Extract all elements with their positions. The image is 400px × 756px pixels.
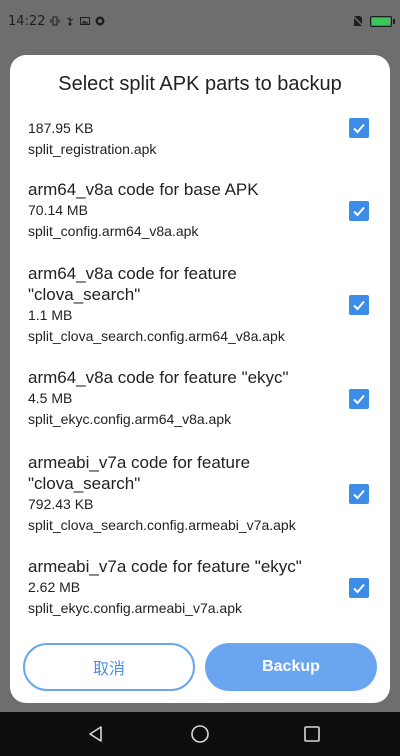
item-text: arm64_v8a code for feature "ekyc" 4.5 MB… xyxy=(28,367,328,430)
item-file: split_ekyc.config.arm64_v8a.apk xyxy=(28,411,232,427)
checkbox-checked-icon xyxy=(353,206,365,217)
vibrate-icon xyxy=(50,16,60,26)
item-text: armeabi_v7a code for feature "ekyc" 2.62… xyxy=(28,556,328,619)
image-icon xyxy=(80,16,91,26)
split-apk-dialog: Select split APK parts to backup 187.95 … xyxy=(10,55,390,703)
back-button[interactable] xyxy=(86,724,106,744)
item-size: 792.43 KB xyxy=(28,496,94,512)
item-text: arm64_v8a code for feature "clova_search… xyxy=(28,263,328,347)
item-text: arm64_v8a code for base APK 70.14 MB spl… xyxy=(28,179,328,242)
status-bar: 14:22 xyxy=(0,0,400,42)
item-text: 187.95 KB split_registration.apk xyxy=(28,118,328,160)
circle-app-icon xyxy=(95,16,105,26)
dialog-title: Select split APK parts to backup xyxy=(58,73,342,95)
item-title: arm64_v8a code for base APK xyxy=(28,180,259,199)
item-size: 1.1 MB xyxy=(28,307,73,323)
checkbox-checked-icon xyxy=(353,300,365,311)
battery-icon xyxy=(370,15,395,27)
item-title-line1: arm64_v8a code for feature xyxy=(28,264,237,283)
item-title-line2: "clova_search" xyxy=(28,474,141,493)
item-size: 4.5 MB xyxy=(28,390,73,406)
item-size: 187.95 KB xyxy=(28,120,94,136)
backup-button[interactable]: Backup xyxy=(205,643,377,691)
item-checkbox[interactable] xyxy=(349,389,369,409)
item-file: split_ekyc.config.armeabi_v7a.apk xyxy=(28,600,243,616)
list-item[interactable]: arm64_v8a code for base APK 70.14 MB spl… xyxy=(10,179,390,249)
navigation-bar xyxy=(0,712,400,756)
triangle-back-icon xyxy=(89,726,102,742)
item-text: armeabi_v7a code for feature "clova_sear… xyxy=(28,452,328,536)
item-checkbox[interactable] xyxy=(349,201,369,221)
item-file: split_clova_search.config.arm64_v8a.apk xyxy=(28,328,285,344)
item-size: 2.62 MB xyxy=(28,579,81,595)
item-checkbox[interactable] xyxy=(349,295,369,315)
list-item[interactable]: armeabi_v7a code for feature "ekyc" 2.62… xyxy=(10,556,390,626)
item-title-line2: "clova_search" xyxy=(28,285,141,304)
item-title-line1: armeabi_v7a code for feature xyxy=(28,453,251,472)
cancel-button[interactable]: 取消 xyxy=(23,643,195,691)
home-button[interactable] xyxy=(190,724,210,744)
circle-home-icon xyxy=(191,725,209,743)
item-title: armeabi_v7a code for feature "ekyc" xyxy=(28,557,302,576)
item-checkbox[interactable] xyxy=(349,578,369,598)
item-title: arm64_v8a code for feature "ekyc" xyxy=(28,368,289,387)
no-sim-icon xyxy=(352,15,364,27)
list-item[interactable]: armeabi_v7a code for feature "clova_sear… xyxy=(10,452,390,542)
list-item[interactable]: arm64_v8a code for feature "clova_search… xyxy=(10,263,390,353)
item-file: split_registration.apk xyxy=(28,141,157,157)
item-checkbox[interactable] xyxy=(349,484,369,504)
square-recents-icon xyxy=(304,726,320,742)
status-time: 14:22 xyxy=(8,13,46,29)
usb-icon xyxy=(65,16,75,26)
list-item[interactable]: 187.95 KB split_registration.apk xyxy=(10,115,390,163)
item-size: 70.14 MB xyxy=(28,202,88,218)
recents-button[interactable] xyxy=(302,724,322,744)
list-item[interactable]: arm64_v8a code for feature "ekyc" 4.5 MB… xyxy=(10,367,390,437)
status-right xyxy=(352,15,395,27)
item-checkbox[interactable] xyxy=(349,118,369,138)
checkbox-checked-icon xyxy=(353,394,365,405)
checkbox-checked-icon xyxy=(353,583,365,594)
item-file: split_config.arm64_v8a.apk xyxy=(28,223,199,239)
checkbox-checked-icon xyxy=(353,123,365,134)
split-parts-list[interactable]: 187.95 KB split_registration.apk arm64_v… xyxy=(10,115,390,685)
item-file: split_clova_search.config.armeabi_v7a.ap… xyxy=(28,517,296,533)
status-left: 14:22 xyxy=(8,14,105,29)
battery-fill xyxy=(372,17,390,25)
checkbox-checked-icon xyxy=(353,489,365,500)
